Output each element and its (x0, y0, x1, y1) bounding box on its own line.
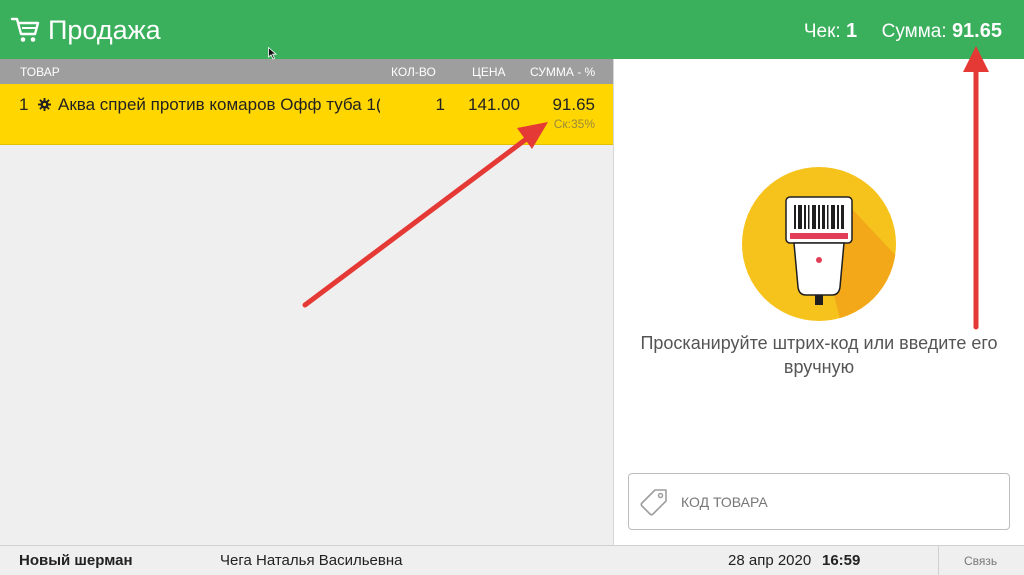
gear-icon (38, 98, 51, 111)
status-bar: Новый шерман Чега Наталья Васильевна 28 … (0, 545, 1024, 575)
check-label: Чек: (803, 21, 841, 42)
page-title: Продажа (48, 15, 161, 45)
app-header: Продажа Чек: 1 Сумма: 91.65 (0, 0, 1024, 59)
mouse-cursor-icon (268, 47, 277, 60)
product-code-field[interactable] (628, 473, 1010, 530)
column-header-name: ТОВАР (20, 65, 60, 79)
column-header-sum: СУММА - % (530, 65, 596, 79)
table-row[interactable]: 1 Аква спрей против комаров Офф туба 1( … (0, 84, 613, 145)
column-header-qty: КОЛ-ВО (391, 65, 436, 79)
current-time: 16:59 (822, 552, 861, 569)
receipt-summary: Чек: 1 Сумма: 91.65 (804, 18, 1002, 45)
row-sum: 91.65 (552, 95, 595, 114)
barcode-scanner-icon (742, 167, 896, 321)
status-divider (938, 546, 939, 575)
scan-prompt: Просканируйте штрих-код или введите его … (640, 333, 998, 377)
table-header: ТОВАР КОЛ-ВО ЦЕНА СУММА - % (0, 59, 613, 84)
tag-icon (640, 489, 667, 516)
row-price: 141.00 (468, 95, 520, 114)
product-code-input[interactable] (681, 488, 1001, 516)
scanner-panel: Просканируйте штрих-код или введите его … (614, 59, 1024, 545)
store-name: Новый шерман (19, 552, 133, 569)
current-date: 28 апр 2020 (728, 552, 812, 569)
row-qty: 1 (435, 95, 445, 114)
cashier-name: Чега Наталья Васильевна (220, 552, 403, 569)
column-header-price: ЦЕНА (472, 65, 506, 79)
cart-icon (10, 17, 40, 42)
connection-link[interactable]: Связь (964, 554, 997, 568)
sum-label: Сумма: (881, 21, 947, 42)
sum-value: 91.65 (951, 20, 1002, 42)
row-product-name: Аква спрей против комаров Офф туба 1( (58, 95, 380, 114)
row-discount: Ск:35% (553, 117, 595, 131)
row-index: 1 (19, 95, 29, 114)
receipt-panel: ТОВАР КОЛ-ВО ЦЕНА СУММА - % 1 Аква спрей… (0, 59, 613, 545)
check-number: 1 (845, 20, 858, 42)
